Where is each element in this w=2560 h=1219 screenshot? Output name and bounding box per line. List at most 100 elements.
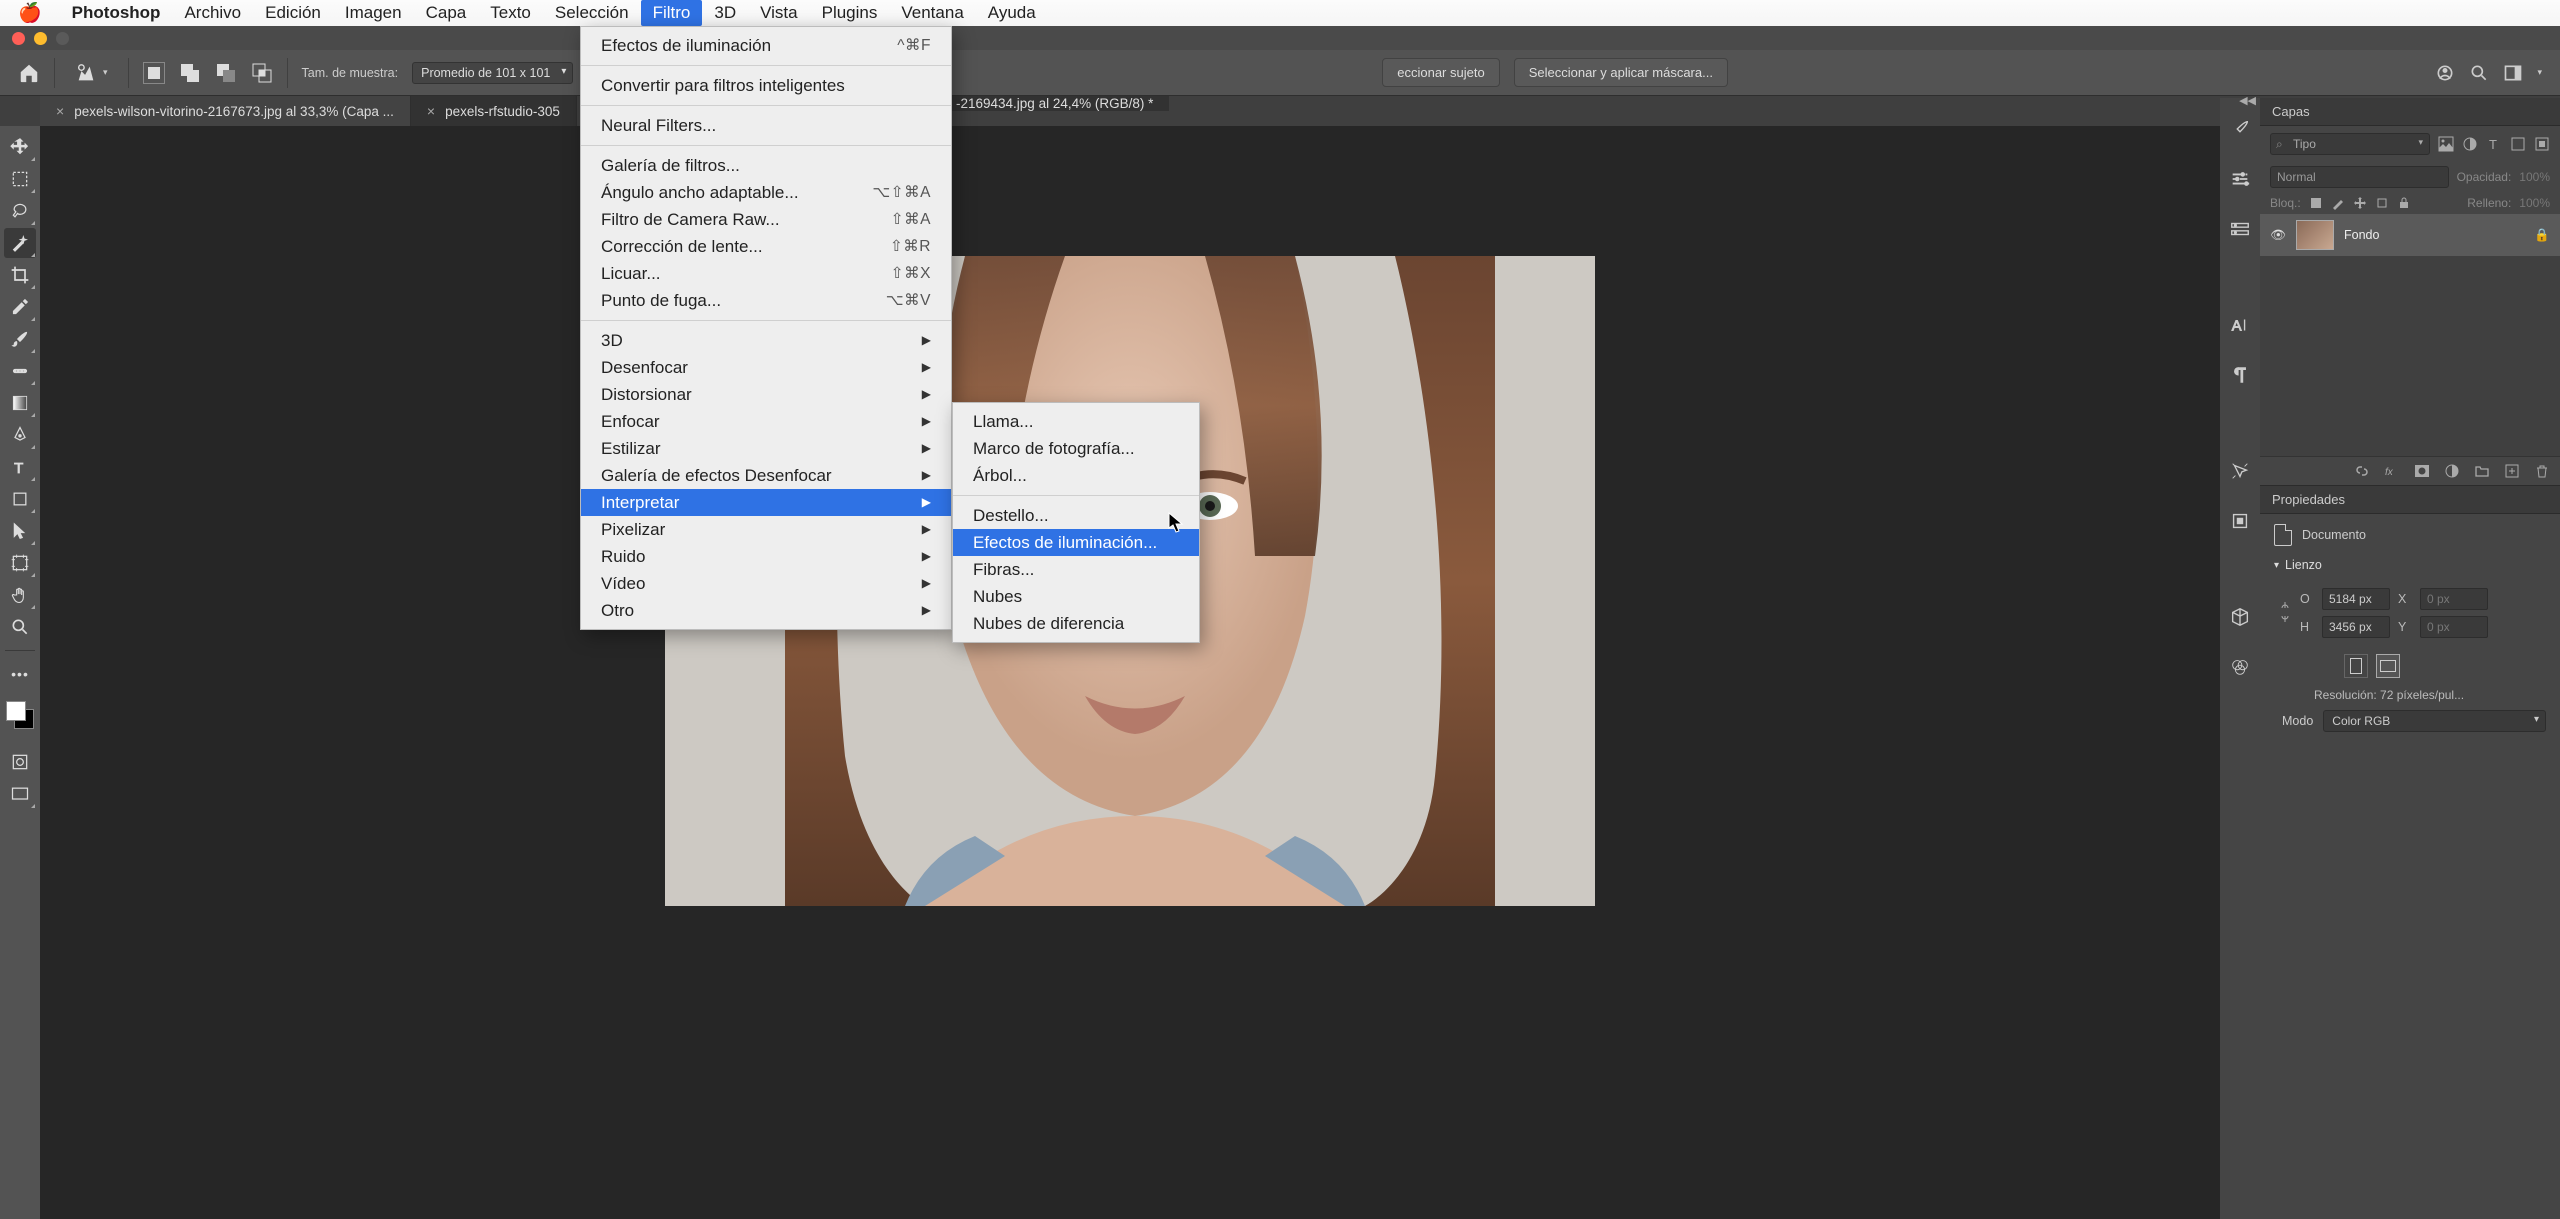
menu-edicion[interactable]: Edición xyxy=(253,0,333,26)
menu-texto[interactable]: Texto xyxy=(478,0,543,26)
width-input[interactable]: 5184 px xyxy=(2322,588,2390,610)
link-dimensions-icon[interactable] xyxy=(2278,600,2296,627)
layer-search-input[interactable]: Tipo ▾ xyxy=(2270,133,2430,155)
lock-all-icon[interactable] xyxy=(2397,196,2411,210)
screen-mode-icon[interactable] xyxy=(4,779,36,809)
layer-row-fondo[interactable]: 👁 Fondo 🔒 xyxy=(2260,214,2560,256)
properties-panel-tab[interactable]: Propiedades xyxy=(2260,486,2560,514)
close-window-button[interactable] xyxy=(12,32,25,45)
menu-item-camera-raw[interactable]: Filtro de Camera Raw...⇧⌘A xyxy=(581,206,951,233)
delete-layer-icon[interactable] xyxy=(2534,463,2550,479)
menu-item-last-filter[interactable]: Efectos de iluminación^⌘F xyxy=(581,32,951,59)
brushes-panel-icon[interactable] xyxy=(2229,118,2251,140)
shape-tool[interactable] xyxy=(4,484,36,514)
submenu-stylize[interactable]: Estilizar▶ xyxy=(581,435,951,462)
select-subject-button[interactable]: eccionar sujeto xyxy=(1382,58,1499,87)
submenu-other[interactable]: Otro▶ xyxy=(581,597,951,624)
submenu-sharpen[interactable]: Enfocar▶ xyxy=(581,408,951,435)
lock-pixels-icon[interactable] xyxy=(2309,196,2323,210)
eyedropper-tool[interactable] xyxy=(4,292,36,322)
current-tool-icon[interactable]: ▾ xyxy=(69,60,114,86)
blend-mode-select[interactable]: Normal xyxy=(2270,166,2449,188)
quick-mask-icon[interactable] xyxy=(4,747,36,777)
apple-icon[interactable]: 🍎 xyxy=(18,1,42,25)
menu-3d[interactable]: 3D xyxy=(702,0,748,26)
opacity-value[interactable]: 100% xyxy=(2519,170,2550,184)
height-input[interactable]: 3456 px xyxy=(2322,616,2390,638)
filter-smartobj-icon[interactable] xyxy=(2534,136,2550,152)
menu-imagen[interactable]: Imagen xyxy=(333,0,414,26)
submenu-noise[interactable]: Ruido▶ xyxy=(581,543,951,570)
menu-archivo[interactable]: Archivo xyxy=(172,0,253,26)
submenu-3d[interactable]: 3D▶ xyxy=(581,327,951,354)
orientation-portrait[interactable] xyxy=(2344,654,2368,678)
menu-item-adaptive-wide[interactable]: Ángulo ancho adaptable...⌥⇧⌘A xyxy=(581,179,951,206)
layer-style-icon[interactable]: fx xyxy=(2384,463,2400,479)
filter-text-icon[interactable]: T xyxy=(2486,136,2502,152)
channels-panel-icon[interactable] xyxy=(2229,656,2251,678)
menu-item-liquify[interactable]: Licuar...⇧⌘X xyxy=(581,260,951,287)
menu-item-tree[interactable]: Árbol... xyxy=(953,462,1199,489)
selection-mode-new[interactable] xyxy=(143,62,165,84)
menu-vista[interactable]: Vista xyxy=(748,0,810,26)
layer-name[interactable]: Fondo xyxy=(2344,228,2524,242)
home-icon[interactable] xyxy=(18,62,40,84)
gradient-tool[interactable] xyxy=(4,388,36,418)
character-panel-icon[interactable]: A xyxy=(2229,314,2251,336)
menu-ayuda[interactable]: Ayuda xyxy=(976,0,1048,26)
lock-position-icon[interactable] xyxy=(2353,196,2367,210)
filter-shape-icon[interactable] xyxy=(2510,136,2526,152)
app-name[interactable]: Photoshop xyxy=(60,0,173,26)
marquee-tool[interactable] xyxy=(4,164,36,194)
menu-item-fibers[interactable]: Fibras... xyxy=(953,556,1199,583)
filter-adjustment-icon[interactable] xyxy=(2462,136,2478,152)
sample-size-select[interactable]: Promedio de 101 x 101 xyxy=(412,62,573,84)
libraries-panel-icon[interactable] xyxy=(2229,218,2251,240)
menu-item-difference-clouds[interactable]: Nubes de diferencia xyxy=(953,610,1199,637)
layer-group-icon[interactable] xyxy=(2474,463,2490,479)
submenu-distort[interactable]: Distorsionar▶ xyxy=(581,381,951,408)
edit-toolbar-icon[interactable]: ••• xyxy=(4,659,36,689)
adjustments-panel-icon[interactable] xyxy=(2229,168,2251,190)
select-and-mask-button[interactable]: Seleccionar y aplicar máscara... xyxy=(1514,58,1728,87)
search-icon[interactable] xyxy=(2469,63,2489,83)
color-mode-select[interactable]: Color RGB xyxy=(2323,710,2546,732)
hand-tool[interactable] xyxy=(4,580,36,610)
close-tab-icon[interactable]: × xyxy=(427,103,435,119)
menu-plugins[interactable]: Plugins xyxy=(810,0,890,26)
menu-filtro[interactable]: Filtro xyxy=(641,0,703,26)
lock-artboard-icon[interactable] xyxy=(2375,196,2389,210)
filter-image-icon[interactable] xyxy=(2438,136,2454,152)
crop-tool[interactable] xyxy=(4,260,36,290)
orientation-landscape[interactable] xyxy=(2376,654,2400,678)
menu-item-lighting-effects[interactable]: Efectos de iluminación... xyxy=(953,529,1199,556)
selection-mode-intersect[interactable] xyxy=(251,62,273,84)
zoom-tool[interactable] xyxy=(4,612,36,642)
link-layers-icon[interactable] xyxy=(2354,463,2370,479)
selection-mode-subtract[interactable] xyxy=(215,62,237,84)
actions-panel-icon[interactable] xyxy=(2229,460,2251,482)
menu-item-picture-frame[interactable]: Marco de fotografía... xyxy=(953,435,1199,462)
text-tool[interactable]: T xyxy=(4,452,36,482)
menu-item-filter-gallery[interactable]: Galería de filtros... xyxy=(581,152,951,179)
magic-wand-tool[interactable] xyxy=(4,228,36,258)
submenu-video[interactable]: Vídeo▶ xyxy=(581,570,951,597)
document-tab-3-overflow[interactable]: -2169434.jpg al 24,4% (RGB/8) * xyxy=(940,96,1169,111)
new-layer-icon[interactable] xyxy=(2504,463,2520,479)
layer-thumbnail[interactable] xyxy=(2296,220,2334,250)
3d-panel-icon[interactable] xyxy=(2229,606,2251,628)
pen-tool[interactable] xyxy=(4,420,36,450)
menu-capa[interactable]: Capa xyxy=(414,0,479,26)
minimize-window-button[interactable] xyxy=(34,32,47,45)
x-input[interactable]: 0 px xyxy=(2420,588,2488,610)
lock-brush-icon[interactable] xyxy=(2331,196,2345,210)
visibility-toggle-icon[interactable]: 👁 xyxy=(2270,228,2286,243)
submenu-blur[interactable]: Desenfocar▶ xyxy=(581,354,951,381)
menu-seleccion[interactable]: Selección xyxy=(543,0,641,26)
menu-item-vanishing-point[interactable]: Punto de fuga...⌥⌘V xyxy=(581,287,951,314)
artboard-tool[interactable] xyxy=(4,548,36,578)
lasso-tool[interactable] xyxy=(4,196,36,226)
lock-icon[interactable]: 🔒 xyxy=(2534,228,2550,243)
menu-item-convert-smart[interactable]: Convertir para filtros inteligentes xyxy=(581,72,951,99)
collapse-arrow-icon[interactable]: ◀◀ xyxy=(2239,94,2256,107)
